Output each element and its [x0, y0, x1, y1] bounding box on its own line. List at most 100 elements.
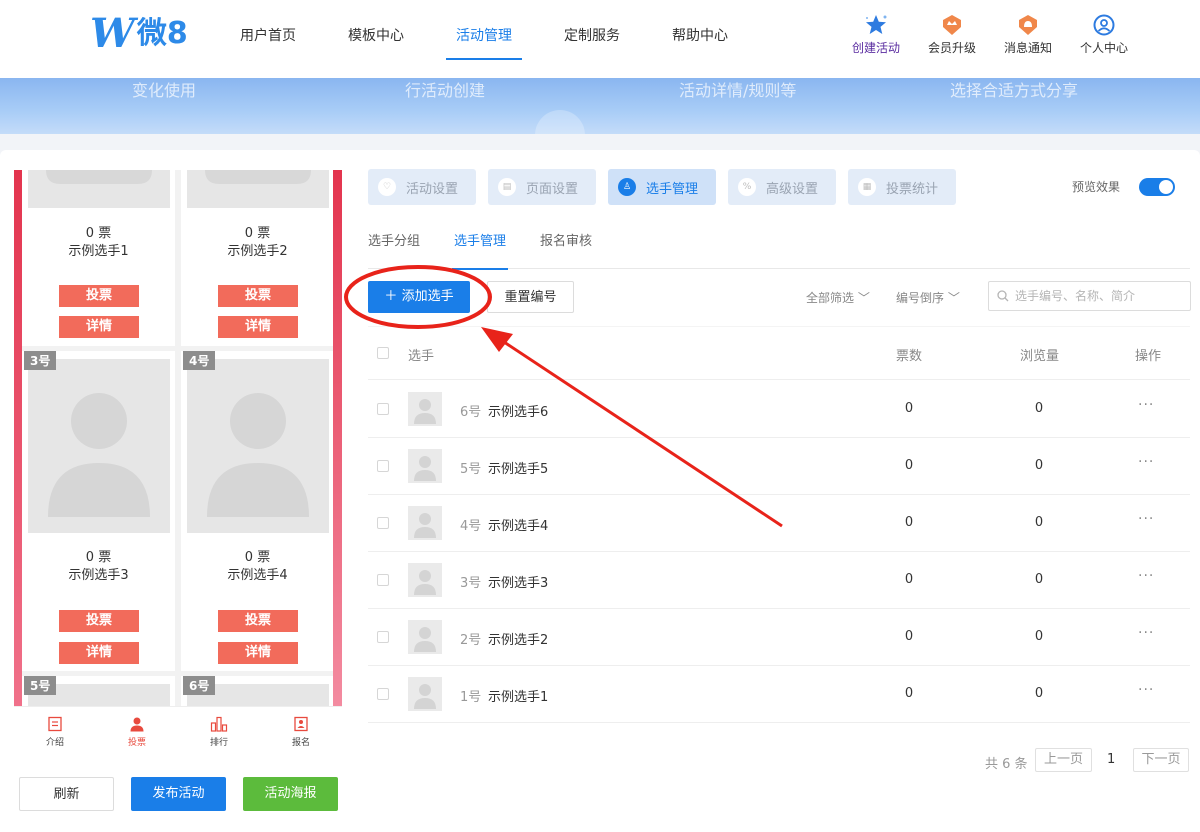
refresh-button[interactable]: 刷新 [19, 777, 114, 811]
phone-tab-intro[interactable]: 介绍 [14, 707, 96, 758]
row-checkbox[interactable] [377, 631, 389, 643]
stats-icon: ▦ [858, 178, 876, 196]
vote-button[interactable]: 投票 [218, 610, 298, 632]
nav-home[interactable]: 用户首页 [222, 0, 314, 60]
renumber-button[interactable]: 重置编号 [487, 281, 574, 313]
activity-poster-button[interactable]: 活动海报 [243, 777, 338, 811]
preview-name: 示例选手4 [227, 568, 288, 583]
nav-templates[interactable]: 模板中心 [330, 0, 422, 60]
preview-name: 示例选手1 [68, 244, 129, 259]
table-header: 选手 票数 浏览量 操作 [368, 326, 1190, 380]
logo[interactable]: W 微8 [90, 14, 188, 54]
create-activity-button[interactable]: 创建活动 [836, 14, 916, 56]
sort-dropdown[interactable]: 编号倒序 ﹀ [896, 289, 960, 306]
tab-page-settings-label: 页面设置 [526, 181, 579, 197]
subtab-signup-review[interactable]: 报名审核 [540, 233, 592, 269]
detail-button[interactable]: 详情 [59, 316, 139, 338]
phone-preview[interactable]: 0 票 示例选手1 投票 详情 0 票 示例选手2 投票 详情 3号 0 票 示… [14, 170, 342, 758]
more-actions-button[interactable]: ··· [1138, 682, 1154, 698]
nav-help[interactable]: 帮助中心 [654, 0, 746, 60]
pagination-total: 共 6 条 [985, 757, 1028, 772]
contestant-name: 示例选手4 [488, 519, 549, 534]
tab-vote-stats[interactable]: ▦ 投票统计 [848, 169, 956, 205]
col-player: 选手 [408, 349, 435, 364]
detail-button[interactable]: 详情 [218, 316, 298, 338]
preview-card-1: 0 票 示例选手1 投票 详情 [22, 170, 175, 346]
sort-label: 编号倒序 [896, 291, 945, 305]
notifications-label: 消息通知 [1003, 41, 1052, 55]
filter-label: 全部筛选 [806, 291, 855, 305]
notifications-button[interactable]: 消息通知 [988, 14, 1068, 56]
publish-activity-button[interactable]: 发布活动 [131, 777, 226, 811]
col-ops: 操作 [1135, 349, 1162, 364]
phone-tab-signup[interactable]: 报名 [260, 707, 342, 758]
preview-votes: 0 票 [244, 550, 271, 565]
detail-button[interactable]: 详情 [218, 642, 298, 664]
next-page-button[interactable]: 下一页 [1133, 748, 1189, 772]
more-actions-button[interactable]: ··· [1138, 397, 1154, 413]
row-checkbox[interactable] [377, 688, 389, 700]
contestant-number-tag: 4号 [183, 351, 216, 370]
tab-page-settings[interactable]: ▤ 页面设置 [488, 169, 596, 205]
phone-frame-right [333, 170, 342, 706]
contestant-avatar [408, 392, 442, 426]
contestant-views: 0 [1034, 458, 1044, 473]
more-actions-button[interactable]: ··· [1138, 568, 1154, 584]
contestant-number: 6号 [460, 405, 482, 420]
chevron-down-icon: ﹀ [947, 291, 960, 305]
phone-tab-ranking-label: 排行 [209, 738, 228, 748]
detail-button[interactable]: 详情 [59, 642, 139, 664]
personal-center-button[interactable]: 个人中心 [1064, 14, 1144, 56]
table-row: 3号 示例选手3 0 0 ··· [368, 552, 1190, 609]
preview-name: 示例选手2 [227, 244, 288, 259]
contestant-number-tag: 3号 [24, 351, 57, 370]
select-all-checkbox[interactable] [377, 347, 389, 359]
preview-toggle[interactable] [1139, 178, 1175, 196]
contestant-number-tag: 6号 [183, 676, 216, 695]
row-checkbox[interactable] [377, 403, 389, 415]
vote-button[interactable]: 投票 [59, 285, 139, 307]
member-upgrade-label: 会员升级 [927, 41, 976, 55]
user-circle-icon [1064, 14, 1144, 36]
banner-step-4: 选择合适方式分享 [950, 81, 1079, 100]
contestant-photo [28, 359, 170, 533]
member-upgrade-button[interactable]: 会员升级 [912, 14, 992, 56]
preview-votes: 0 票 [85, 550, 112, 565]
contestant-number: 2号 [460, 633, 482, 648]
tab-contestant-management[interactable]: ♙ 选手管理 [608, 169, 716, 205]
more-actions-button[interactable]: ··· [1138, 454, 1154, 470]
more-actions-button[interactable]: ··· [1138, 511, 1154, 527]
prev-page-button[interactable]: 上一页 [1035, 748, 1092, 772]
subtab-contestants[interactable]: 选手管理 [452, 233, 509, 270]
steps-banner: 变化使用 行活动创建 活动详情/规则等 选择合适方式分享 [0, 78, 1200, 134]
contestant-name: 示例选手6 [488, 405, 549, 420]
contestant-avatar [408, 449, 442, 483]
tab-activity-settings[interactable]: ♡ 活动设置 [368, 169, 476, 205]
add-contestant-button[interactable]: ＋ 添加选手 [368, 281, 470, 313]
contestant-avatar [408, 677, 442, 711]
phone-tab-vote-label: 投票 [127, 738, 146, 748]
search-input[interactable] [1015, 289, 1185, 303]
phone-tab-vote[interactable]: 投票 [96, 707, 178, 758]
contestant-number: 3号 [460, 576, 482, 591]
contestant-views: 0 [1034, 572, 1044, 587]
phone-tabbar: 介绍 投票 排行 报名 [14, 706, 342, 758]
tab-advanced-settings[interactable]: % 高级设置 [728, 169, 836, 205]
phone-tab-signup-label: 报名 [291, 738, 310, 748]
nav-custom-service[interactable]: 定制服务 [546, 0, 638, 60]
vote-button[interactable]: 投票 [218, 285, 298, 307]
tab-vote-stats-label: 投票统计 [886, 181, 939, 197]
row-checkbox[interactable] [377, 574, 389, 586]
row-checkbox[interactable] [377, 460, 389, 472]
row-checkbox[interactable] [377, 517, 389, 529]
vote-button[interactable]: 投票 [59, 610, 139, 632]
subtab-groups[interactable]: 选手分组 [368, 233, 420, 269]
nav-activity-management[interactable]: 活动管理 [438, 0, 530, 60]
banner-step-2: 行活动创建 [405, 81, 486, 100]
col-votes: 票数 [896, 349, 923, 364]
table-row: 4号 示例选手4 0 0 ··· [368, 495, 1190, 552]
phone-tab-ranking[interactable]: 排行 [178, 707, 260, 758]
filter-dropdown[interactable]: 全部筛选 ﹀ [806, 289, 870, 306]
current-page[interactable]: 1 [1107, 752, 1115, 767]
more-actions-button[interactable]: ··· [1138, 625, 1154, 641]
